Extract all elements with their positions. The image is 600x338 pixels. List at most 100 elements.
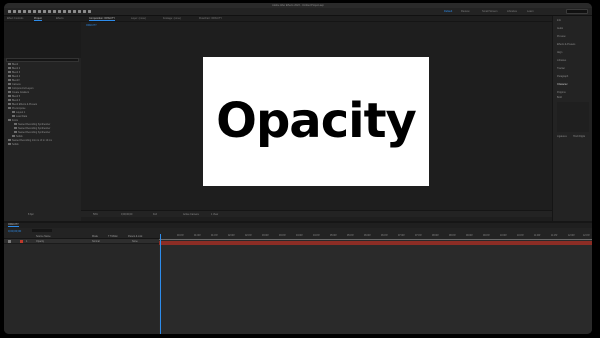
layer-mode[interactable]: Normal: [92, 240, 100, 243]
list-item[interactable]: Nested Recording Synthesizer: [14, 127, 50, 130]
eraser-tool-icon[interactable]: [78, 10, 81, 13]
zoom-tool-icon[interactable]: [23, 10, 26, 13]
list-item[interactable]: Layout 1: [12, 111, 25, 114]
tab-layer[interactable]: Layer: (none): [131, 17, 146, 20]
workspace-review[interactable]: Review: [461, 10, 470, 13]
table-row[interactable]: 1 Opacity Normal None: [4, 239, 159, 244]
list-item[interactable]: Fonts: [8, 119, 18, 122]
home-icon[interactable]: [8, 10, 11, 13]
help-search-input[interactable]: [566, 9, 588, 14]
layer-name[interactable]: Opacity: [36, 240, 44, 243]
window-title: Adobe After Effects 2023 - Untitled Proj…: [272, 4, 324, 7]
timeline-search-input[interactable]: [32, 229, 52, 232]
panel-preview[interactable]: Preview: [557, 35, 566, 38]
ligatures-checkbox[interactable]: Ligatures: [557, 135, 567, 138]
tab-effect-controls[interactable]: Effect Controls: [7, 17, 23, 20]
list-item[interactable]: BlendV: [8, 79, 20, 82]
list-item[interactable]: Solids: [12, 135, 23, 138]
panel-align[interactable]: Align: [557, 51, 562, 54]
list-item[interactable]: Nested Recording Synthesizer: [14, 123, 50, 126]
zoom-dropdown[interactable]: 50%: [93, 213, 98, 216]
font-family-dropdown[interactable]: Poppins: [557, 91, 566, 94]
pen-tool-icon[interactable]: [58, 10, 61, 13]
comp-breadcrumb[interactable]: OPACITY: [86, 24, 97, 27]
panel-libraries[interactable]: Libraries: [557, 59, 566, 62]
anchor-tool-icon[interactable]: [48, 10, 51, 13]
timeline-graph[interactable]: 00:15f 01:00f 01:15f 02:00f 02:15f 03:00…: [159, 234, 592, 334]
list-item[interactable]: Nested Recording Intro to UI in 10 ms: [8, 139, 52, 142]
dolly-tool-icon[interactable]: [38, 10, 41, 13]
font-style-dropdown[interactable]: Bold: [557, 96, 562, 99]
orbit-tool-icon[interactable]: [28, 10, 31, 13]
folder-icon: [8, 79, 11, 82]
bit-depth-label[interactable]: 8 bpc: [28, 213, 34, 216]
playhead[interactable]: [160, 234, 161, 334]
ruler-tick: 09:00f: [466, 235, 473, 237]
current-time-display[interactable]: 0;00;00;00: [121, 213, 132, 216]
composition-canvas[interactable]: Opacity: [203, 57, 429, 186]
workspace-small-screen[interactable]: Small Screen: [482, 10, 497, 13]
list-item[interactable]: Camera: [8, 83, 21, 86]
list-item[interactable]: Load Data: [12, 115, 27, 118]
ruler-tick: 03:15f: [279, 235, 286, 237]
type-tool-icon[interactable]: [63, 10, 66, 13]
list-item[interactable]: Blend 4: [8, 75, 20, 78]
list-item[interactable]: Solids: [8, 143, 19, 146]
list-item[interactable]: Nested Recording Synthesizer: [14, 131, 50, 134]
panel-effects-presets[interactable]: Effects & Presets: [557, 43, 575, 46]
views-dropdown[interactable]: 1 View: [211, 213, 218, 216]
workspace-libraries[interactable]: Libraries: [507, 10, 517, 13]
selection-tool-icon[interactable]: [13, 10, 16, 13]
eye-icon[interactable]: [8, 240, 11, 243]
list-item[interactable]: Create Gradient: [8, 91, 29, 94]
camera-dropdown[interactable]: Active Camera: [183, 213, 199, 216]
list-item[interactable]: Blend 6: [8, 99, 20, 102]
tab-flowchart[interactable]: Flowchart: OPACITY: [199, 17, 222, 20]
clone-tool-icon[interactable]: [73, 10, 76, 13]
list-item[interactable]: Blend 3: [8, 71, 20, 74]
work-area-bar[interactable]: [159, 239, 592, 240]
col-parent[interactable]: Parent & Link: [128, 235, 142, 238]
panel-character[interactable]: Character: [557, 83, 568, 86]
pan-tool-icon[interactable]: [33, 10, 36, 13]
rotate-tool-icon[interactable]: [43, 10, 46, 13]
layer-index: 1: [26, 240, 28, 243]
folder-icon: [8, 71, 11, 74]
panel-paragraph[interactable]: Paragraph: [557, 75, 568, 78]
list-item[interactable]: Precompose: [8, 107, 25, 110]
layer-duration-bar[interactable]: [159, 241, 592, 245]
panel-tracker[interactable]: Tracker: [557, 67, 565, 70]
col-source-name[interactable]: Source Name: [36, 235, 51, 238]
puppet-tool-icon[interactable]: [88, 10, 91, 13]
workspace-default[interactable]: Default: [444, 10, 452, 13]
hand-tool-icon[interactable]: [18, 10, 21, 13]
panel-audio[interactable]: Audio: [557, 27, 563, 30]
resolution-dropdown[interactable]: Full: [153, 213, 157, 216]
brush-tool-icon[interactable]: [68, 10, 71, 13]
label-color-icon[interactable]: [20, 240, 23, 243]
canvas-text-layer[interactable]: Opacity: [203, 57, 429, 186]
tab-composition[interactable]: Composition: OPACITY: [89, 17, 116, 21]
hindi-digits-checkbox[interactable]: Hindi Digits: [573, 135, 585, 138]
list-item[interactable]: Blend: [8, 63, 18, 66]
project-search-input[interactable]: [6, 58, 79, 62]
col-trkmat[interactable]: T TrkMat: [108, 235, 117, 238]
workspace-learn[interactable]: Learn: [527, 10, 534, 13]
panel-info[interactable]: Info: [557, 19, 561, 22]
ruler-tick: 10:00f: [500, 235, 507, 237]
tab-footage[interactable]: Footage: (none): [163, 17, 181, 20]
tab-project[interactable]: Project: [34, 17, 42, 21]
list-item[interactable]: Blend Effects & Presets: [8, 103, 37, 106]
shape-tool-icon[interactable]: [53, 10, 56, 13]
list-item[interactable]: Blend 5: [8, 95, 20, 98]
list-item[interactable]: Blend 2: [8, 67, 20, 70]
tab-timeline-comp[interactable]: OPACITY: [8, 223, 19, 227]
layer-parent[interactable]: None: [132, 240, 138, 243]
col-mode[interactable]: Mode: [92, 235, 98, 238]
character-settings[interactable]: [557, 102, 589, 132]
ruler-tick: 05:00f: [330, 235, 337, 237]
tab-effects[interactable]: Effects: [56, 17, 64, 20]
list-item[interactable]: Compos And Layers: [8, 87, 34, 90]
timeline-timecode[interactable]: 0;00;00;00: [8, 229, 21, 233]
roto-tool-icon[interactable]: [83, 10, 86, 13]
